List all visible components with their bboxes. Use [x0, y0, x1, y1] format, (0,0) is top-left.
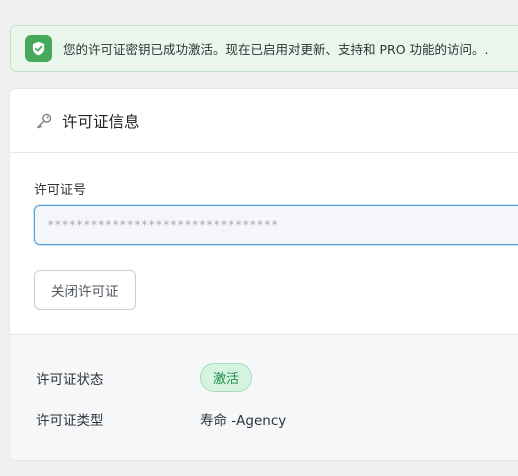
license-key-label: 许可证号	[34, 183, 87, 198]
check-icon	[25, 35, 52, 62]
license-card: 许可证信息 许可证号 关闭许可证 许可证状态 激活 许可证类型 寿命 -Agen…	[10, 89, 518, 460]
card-body: 许可证号 关闭许可证	[10, 153, 518, 334]
license-type-label: 许可证类型	[36, 413, 104, 429]
license-key-input[interactable]	[34, 205, 518, 245]
license-details: 许可证状态 激活 许可证类型 寿命 -Agency	[10, 334, 518, 460]
license-status-label: 许可证状态	[36, 371, 104, 388]
license-type-value: 寿命 -Agency	[200, 413, 287, 429]
license-status-row: 许可证状态 激活	[36, 363, 253, 392]
card-header: 许可证信息	[10, 89, 518, 153]
license-type-row: 许可证类型 寿命 -Agency	[36, 409, 286, 429]
notice-text: 您的许可证密钥已成功激活。现在已启用对更新、支持和 PRO 功能的访问。.	[63, 42, 489, 57]
deactivate-license-button[interactable]: 关闭许可证	[34, 270, 136, 310]
success-notice: 您的许可证密钥已成功激活。现在已启用对更新、支持和 PRO 功能的访问。.	[10, 25, 518, 72]
status-badge: 激活	[200, 363, 253, 392]
key-icon	[34, 111, 53, 130]
card-title: 许可证信息	[62, 112, 140, 131]
